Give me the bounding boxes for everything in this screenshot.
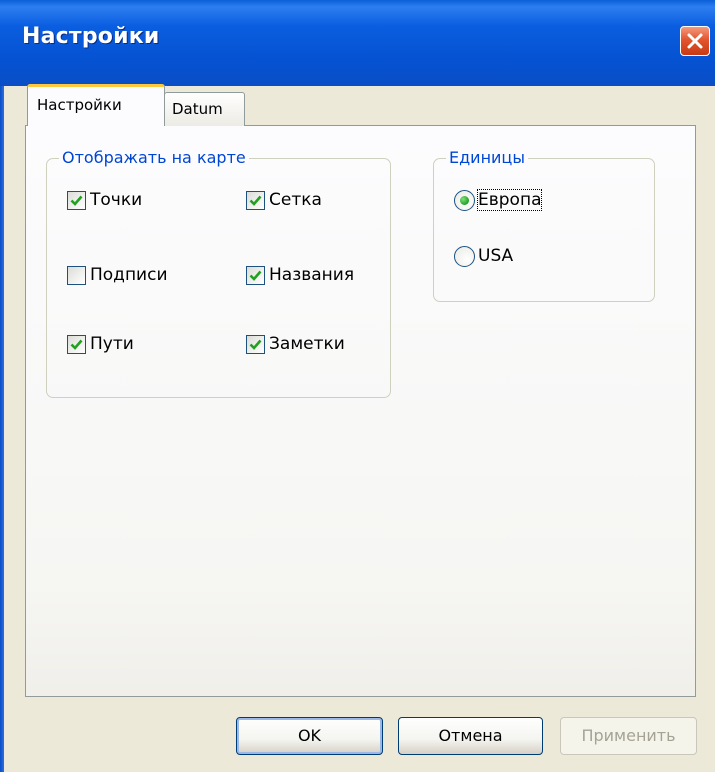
checkbox-tracks-label: Пути — [90, 334, 134, 354]
tab-datum[interactable]: Datum — [164, 92, 245, 126]
checkbox-grid-label: Сетка — [269, 190, 322, 210]
ok-button[interactable]: OK — [236, 717, 383, 755]
checkmark-icon — [249, 195, 262, 206]
checkbox-names-label: Названия — [269, 265, 355, 285]
checkbox-points-label: Точки — [90, 190, 143, 210]
checkbox-box[interactable] — [246, 335, 265, 354]
checkbox-box[interactable] — [67, 335, 86, 354]
checkbox-box[interactable] — [67, 266, 86, 285]
tab-settings-label: Настройки — [37, 96, 122, 114]
settings-dialog: Настройки Настройки Datum Отображать на … — [0, 0, 715, 772]
units-group: Единицы — [433, 148, 655, 302]
close-button[interactable] — [680, 26, 710, 56]
checkbox-box[interactable] — [246, 191, 265, 210]
window-frame-left — [0, 86, 4, 772]
apply-button[interactable]: Применить — [560, 717, 697, 755]
units-group-legend: Единицы — [446, 148, 528, 168]
cancel-button[interactable]: Отмена — [398, 717, 543, 755]
radio-selected-dot — [460, 196, 469, 205]
checkbox-box[interactable] — [246, 266, 265, 285]
tab-datum-label: Datum — [172, 100, 223, 118]
radio-europe-label: Европа — [476, 189, 543, 211]
checkmark-icon — [70, 339, 83, 350]
checkmark-icon — [249, 270, 262, 281]
radio-usa-label: USA — [478, 246, 514, 266]
close-icon — [687, 33, 703, 49]
checkbox-box[interactable] — [67, 191, 86, 210]
radio-button[interactable] — [454, 246, 475, 267]
display-group-legend: Отображать на карте — [59, 148, 249, 168]
checkbox-notes-label: Заметки — [269, 334, 345, 354]
tab-settings[interactable]: Настройки — [27, 84, 165, 126]
radio-button[interactable] — [454, 190, 475, 211]
title-bar[interactable]: Настройки — [0, 0, 715, 86]
checkmark-icon — [70, 195, 83, 206]
checkbox-captions-label: Подписи — [90, 265, 168, 285]
checkmark-icon — [249, 339, 262, 350]
window-title: Настройки — [22, 24, 160, 49]
